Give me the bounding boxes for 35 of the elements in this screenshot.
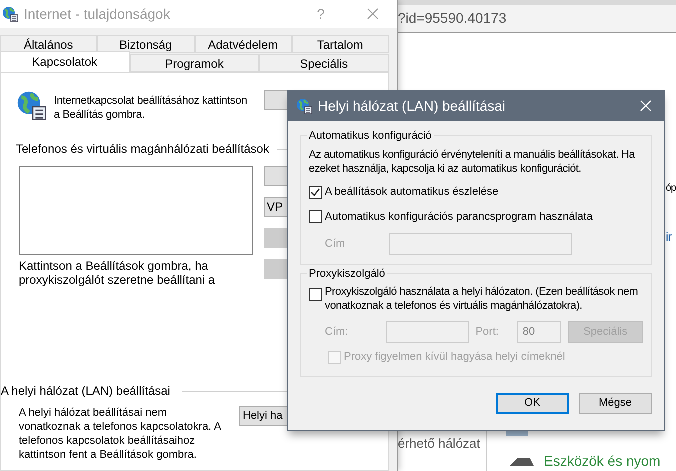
window-icon: [296, 98, 312, 114]
window-icon: [2, 6, 18, 22]
address-label: Cím: [325, 236, 346, 252]
group-heading: Automatikus konfiguráció: [307, 128, 434, 144]
tab[interactable]: Adatvédelem: [194, 35, 292, 53]
devices-link[interactable]: Eszközök és nyom: [544, 451, 661, 471]
dialog-title: Helyi hálózat (LAN) beállításai: [318, 96, 506, 116]
close-icon[interactable]: [367, 8, 379, 20]
connection-text: Internetkapcsolat beállításához kattintson a Beállítás gombra.: [54, 94, 248, 122]
address-bar[interactable]: ?id=95590.40173: [398, 5, 676, 33]
network-label: érhető hálózat: [398, 436, 480, 451]
side-button[interactable]: [264, 166, 289, 186]
connection-list[interactable]: [19, 166, 253, 255]
page-text: ir: [666, 229, 673, 246]
tab[interactable]: Tartalom: [292, 35, 389, 53]
tab[interactable]: Programok: [130, 54, 260, 72]
group-heading: Proxykiszolgáló: [307, 266, 388, 282]
tab[interactable]: Biztonság: [97, 35, 194, 53]
page-text: óp: [666, 182, 676, 196]
side-button[interactable]: VP: [264, 197, 289, 217]
section-heading: Telefonos és virtuális magánhálózati beállítások: [16, 141, 270, 158]
setup-button[interactable]: [264, 90, 289, 110]
port-label: Port:: [476, 324, 500, 340]
address-label: Cím:: [325, 324, 350, 340]
auto-config-text: Az automatikus konfiguráció érvényteleníti a manuális beállításokat. Ha ezeket használja, kapcsolja ki az automatikus konfigurációt.: [309, 148, 636, 176]
lan-text: A helyi hálózat beállításai nem vonatkoznak a telefonos kapcsolatokra. A telefonos kapcsolatok beállításaihoz kattintson fent a Beállítások gombra.: [19, 406, 222, 462]
proxy-note: Kattintson a Beállítások gombra, ha proxykiszolgálót szeretne beállítani a: [19, 259, 216, 287]
tab[interactable]: Speciális: [259, 54, 390, 72]
window-title: Internet - tulajdonságok: [24, 4, 170, 24]
tab[interactable]: Kapcsolatok: [0, 51, 130, 72]
globe-icon: [16, 90, 46, 120]
printer-icon: [508, 456, 536, 468]
section-heading: A helyi hálózat (LAN) beállításai: [1, 383, 170, 400]
dialog-button[interactable]: Mégse: [579, 392, 652, 414]
dialog-button[interactable]: OK: [496, 392, 569, 414]
